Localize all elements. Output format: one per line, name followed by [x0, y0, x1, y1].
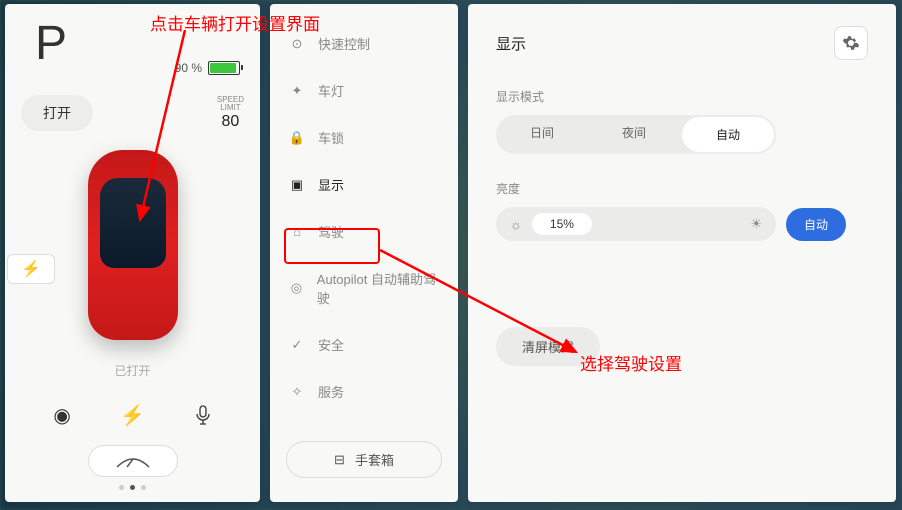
nav-label: 安全 [318, 335, 344, 354]
nav-item-5[interactable]: ◎ Autopilot 自动辅助驾驶 [270, 255, 458, 321]
nav-icon: ⌂ [288, 224, 306, 239]
glovebox-icon: ⊟ [334, 452, 345, 468]
nav-item-3[interactable]: ▣ 显示 [270, 161, 458, 208]
nav-label: 快速控制 [318, 34, 370, 53]
bolt-icon[interactable]: ⚡ [114, 397, 150, 433]
sun-high-icon: ☀ [750, 216, 762, 232]
nav-item-1[interactable]: ✦ 车灯 [270, 67, 458, 114]
mode-option-0[interactable]: 日间 [496, 115, 588, 154]
panel-title: 显示 [496, 33, 526, 54]
nav-icon: 🔒 [288, 130, 306, 146]
nav-label: 服务 [318, 382, 344, 401]
brightness-value: 15% [532, 213, 592, 235]
nav-label: Autopilot 自动辅助驾驶 [317, 269, 440, 307]
sun-low-icon: ☼ [510, 217, 522, 232]
wheel-icon[interactable]: ◉ [44, 397, 80, 433]
nav-label: 驾驶 [318, 222, 344, 241]
charge-port-icon[interactable]: ⚡ [7, 254, 55, 284]
nav-item-0[interactable]: ⊙ 快速控制 [270, 20, 458, 67]
display-settings-panel: 显示 显示模式 日间夜间自动 亮度 ☼ 15% ☀ 自动 清屏模式 [468, 4, 896, 502]
nav-icon: ✦ [288, 83, 306, 99]
brightness-auto-button[interactable]: 自动 [786, 208, 846, 241]
settings-nav-panel: ⊙ 快速控制 ✦ 车灯 🔒 车锁 ▣ 显示 ⌂ 驾驶 ◎ Autopilot 自动辅助驾驶 ✓ 安全 ✧ 服务… [270, 4, 458, 502]
charge-status: 已打开 [17, 362, 248, 379]
vehicle-image[interactable] [88, 150, 178, 340]
nav-item-2[interactable]: 🔒 车锁 [270, 114, 458, 161]
brightness-slider[interactable]: ☼ 15% ☀ [496, 207, 776, 241]
nav-icon: ✓ [288, 337, 306, 353]
nav-label: 车灯 [318, 81, 344, 100]
vehicle-status-panel: P 90 % 打开 SPEED LIMIT 80 ⚡ 已打开 ◉ ⚡ [5, 4, 260, 502]
gear-icon[interactable] [834, 26, 868, 60]
mode-option-2[interactable]: 自动 [682, 117, 774, 152]
nav-label: 显示 [318, 175, 344, 194]
nav-item-4[interactable]: ⌂ 驾驶 [270, 208, 458, 255]
page-dots [17, 485, 248, 490]
display-mode-segment: 日间夜间自动 [496, 115, 776, 154]
brightness-label: 亮度 [496, 180, 868, 197]
nav-icon: ◎ [288, 280, 305, 296]
nav-icon: ⊙ [288, 36, 306, 52]
battery-icon [208, 61, 240, 75]
wiper-button[interactable] [88, 445, 178, 477]
open-button[interactable]: 打开 [21, 95, 93, 131]
battery-row: 90 % [17, 61, 248, 75]
mode-option-1[interactable]: 夜间 [588, 115, 680, 154]
display-mode-label: 显示模式 [496, 88, 868, 105]
clear-screen-button[interactable]: 清屏模式 [496, 327, 600, 366]
battery-percent: 90 % [175, 61, 202, 75]
nav-item-7[interactable]: ✧ 服务 [270, 368, 458, 415]
glovebox-button[interactable]: ⊟ 手套箱 [286, 441, 442, 478]
nav-item-6[interactable]: ✓ 安全 [270, 321, 458, 368]
nav-icon: ▣ [288, 177, 306, 193]
speed-limit-sign: SPEED LIMIT 80 [217, 96, 244, 130]
nav-label: 车锁 [318, 128, 344, 147]
mic-icon[interactable] [185, 397, 221, 433]
nav-icon: ✧ [288, 384, 306, 400]
